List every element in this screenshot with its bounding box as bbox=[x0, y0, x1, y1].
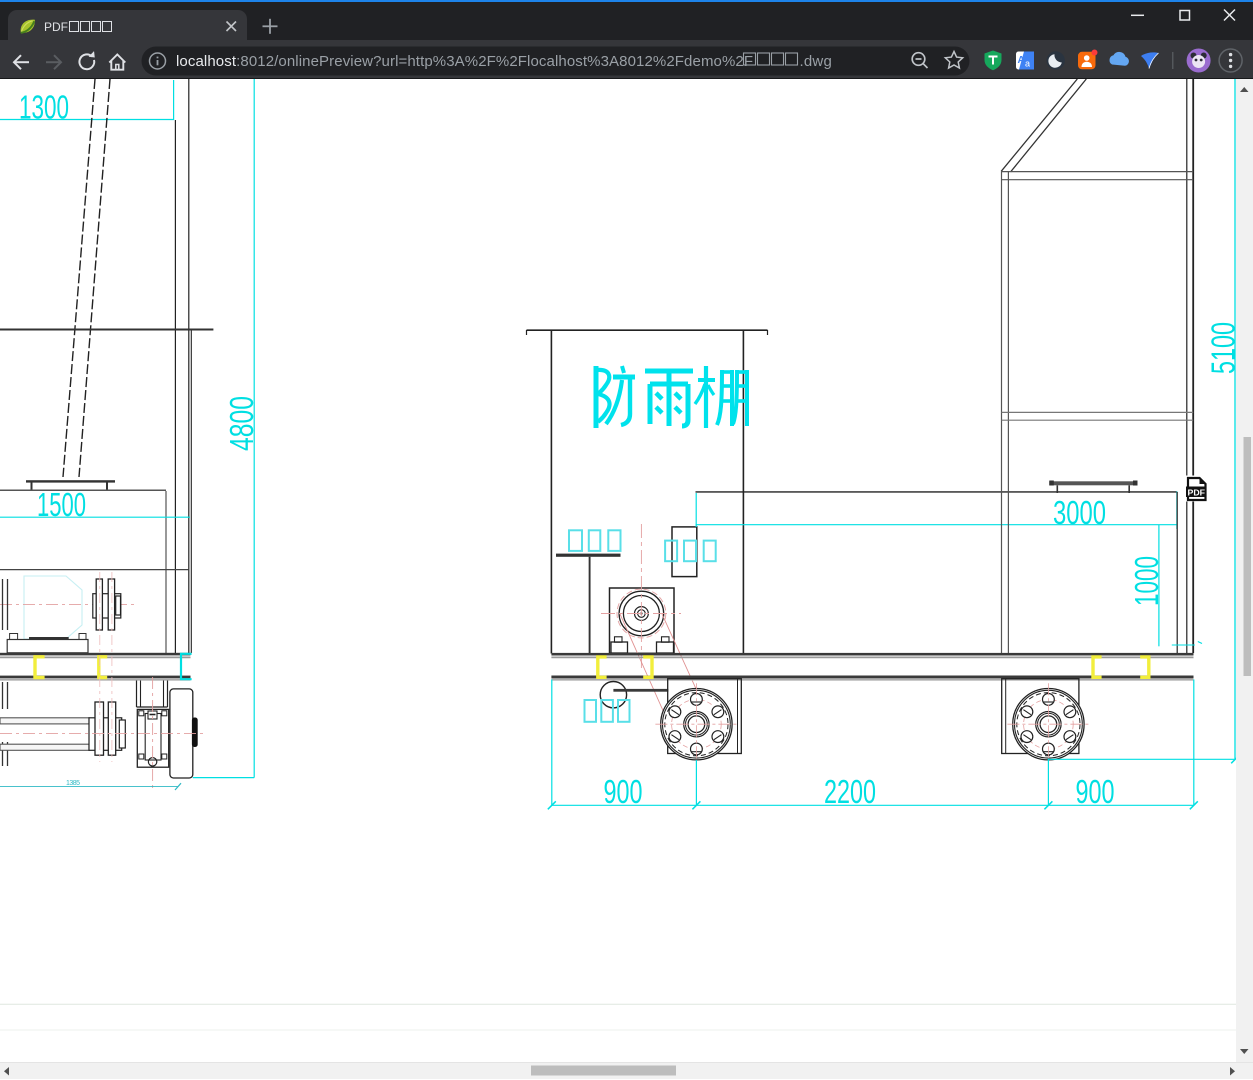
svg-text:1000: 1000 bbox=[1128, 556, 1165, 606]
svg-text:3000: 3000 bbox=[1053, 494, 1106, 531]
svg-text:900: 900 bbox=[1076, 773, 1115, 810]
svg-text:a: a bbox=[1025, 59, 1030, 69]
svg-text:.dwg: .dwg bbox=[800, 53, 833, 70]
svg-text:1385: 1385 bbox=[66, 780, 80, 787]
svg-text:localhost:8012/onlinePreview?u: localhost:8012/onlinePreview?url=http%3A… bbox=[176, 53, 753, 70]
svg-text:4800: 4800 bbox=[223, 396, 260, 451]
svg-text:1300: 1300 bbox=[19, 89, 69, 126]
svg-text:A: A bbox=[1018, 55, 1025, 66]
svg-text:2200: 2200 bbox=[824, 773, 876, 810]
svg-text:1500: 1500 bbox=[37, 486, 86, 523]
svg-text:900: 900 bbox=[604, 773, 643, 810]
svg-text:PDF: PDF bbox=[1188, 488, 1206, 498]
